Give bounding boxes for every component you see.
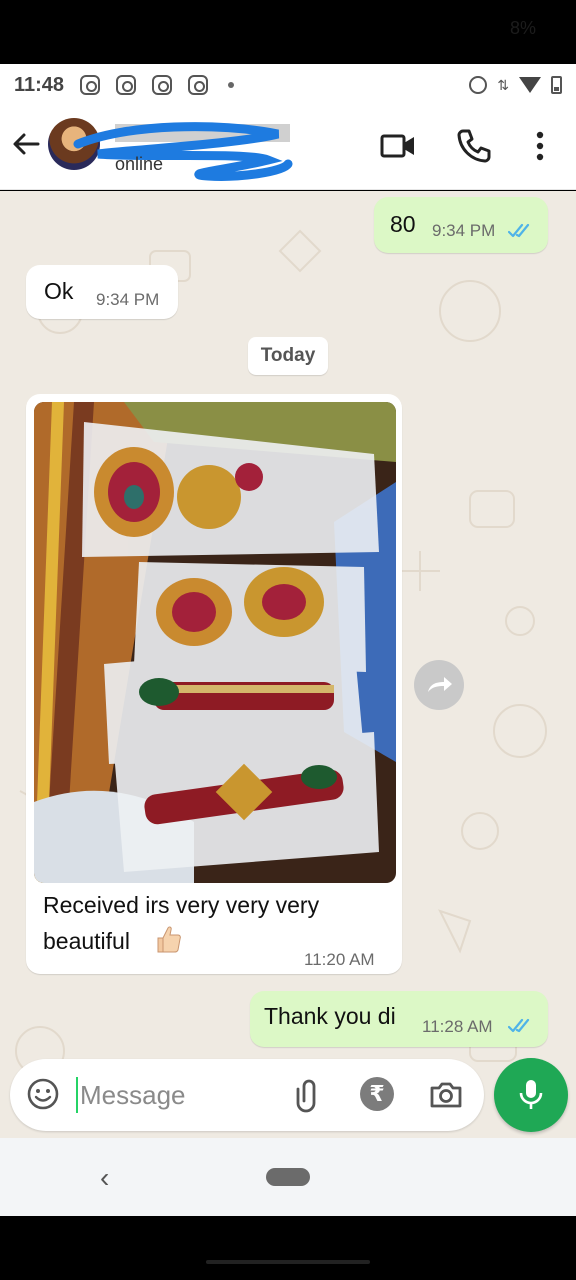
instagram-icon: [188, 75, 209, 95]
chat-header: online: [0, 106, 576, 190]
mic-icon: [519, 1080, 543, 1109]
status-time: 11:48: [14, 73, 65, 96]
battery-icon: [551, 76, 562, 94]
message-input[interactable]: [80, 1073, 280, 1117]
read-ticks-icon: [508, 223, 530, 238]
nav-home-button[interactable]: [266, 1168, 310, 1186]
system-nav-bar: ‹: [0, 1138, 576, 1216]
nav-back-button[interactable]: ‹: [100, 1162, 109, 1194]
video-call-icon[interactable]: [378, 126, 418, 166]
instagram-icon: [116, 75, 137, 95]
attach-icon[interactable]: [288, 1077, 324, 1113]
message-text: Thank you di: [264, 1003, 396, 1029]
mic-button[interactable]: [494, 1058, 568, 1132]
date-separator: Today: [248, 337, 328, 375]
instagram-icon: [152, 75, 173, 95]
incoming-message[interactable]: Ok 9:34 PM: [26, 265, 178, 319]
rupee-payment-icon[interactable]: ₹: [360, 1077, 394, 1111]
top-black-bar: 8%: [0, 0, 576, 64]
date-separator-label: Today: [260, 345, 316, 366]
back-arrow-icon[interactable]: [10, 128, 42, 160]
outgoing-message[interactable]: 80 9:34 PM: [374, 197, 548, 253]
status-bar: 11:48 ⇅: [0, 64, 576, 106]
battery-percent: 8%: [509, 18, 536, 38]
text-caret: [76, 1077, 78, 1113]
message-time: 11:28 AM: [422, 1017, 493, 1036]
gesture-bar: [206, 1260, 370, 1264]
message-text: 80: [390, 211, 416, 237]
forward-button[interactable]: [414, 660, 464, 710]
jewellery-photo[interactable]: [34, 402, 396, 883]
chat-area[interactable]: 80 9:34 PM Ok 9:34 PM Today Received irs…: [0, 191, 576, 1138]
camera-icon[interactable]: [428, 1077, 464, 1113]
more-notifications-dot: [228, 82, 235, 88]
wifi-icon: [519, 77, 541, 93]
caption-line-1: Received irs very very very: [43, 892, 320, 918]
more-options-icon[interactable]: [520, 126, 560, 166]
message-composer: ₹: [10, 1059, 484, 1131]
instagram-icon: [80, 75, 101, 95]
thumbs-up-emoji-icon: [157, 926, 181, 953]
redaction-scribble: [73, 122, 293, 181]
message-text: Ok: [44, 278, 74, 304]
data-arrows-icon: ⇅: [497, 76, 509, 93]
contact-status: online: [115, 154, 164, 174]
outgoing-message[interactable]: Thank you di 11:28 AM: [250, 991, 548, 1047]
message-time: 9:34 PM: [432, 221, 496, 240]
alarm-icon: [469, 76, 488, 94]
emoji-icon[interactable]: [26, 1077, 60, 1111]
message-time: 9:34 PM: [96, 290, 160, 309]
caption-line-2: beautiful: [43, 928, 130, 954]
message-time: 11:20 AM: [304, 950, 375, 969]
bottom-black-bar: [0, 1216, 576, 1280]
voice-call-icon[interactable]: [454, 126, 494, 166]
forward-icon: [428, 677, 452, 692]
read-ticks-icon: [508, 1018, 530, 1033]
incoming-image-message[interactable]: Received irs very very very beautiful 11…: [26, 394, 402, 974]
